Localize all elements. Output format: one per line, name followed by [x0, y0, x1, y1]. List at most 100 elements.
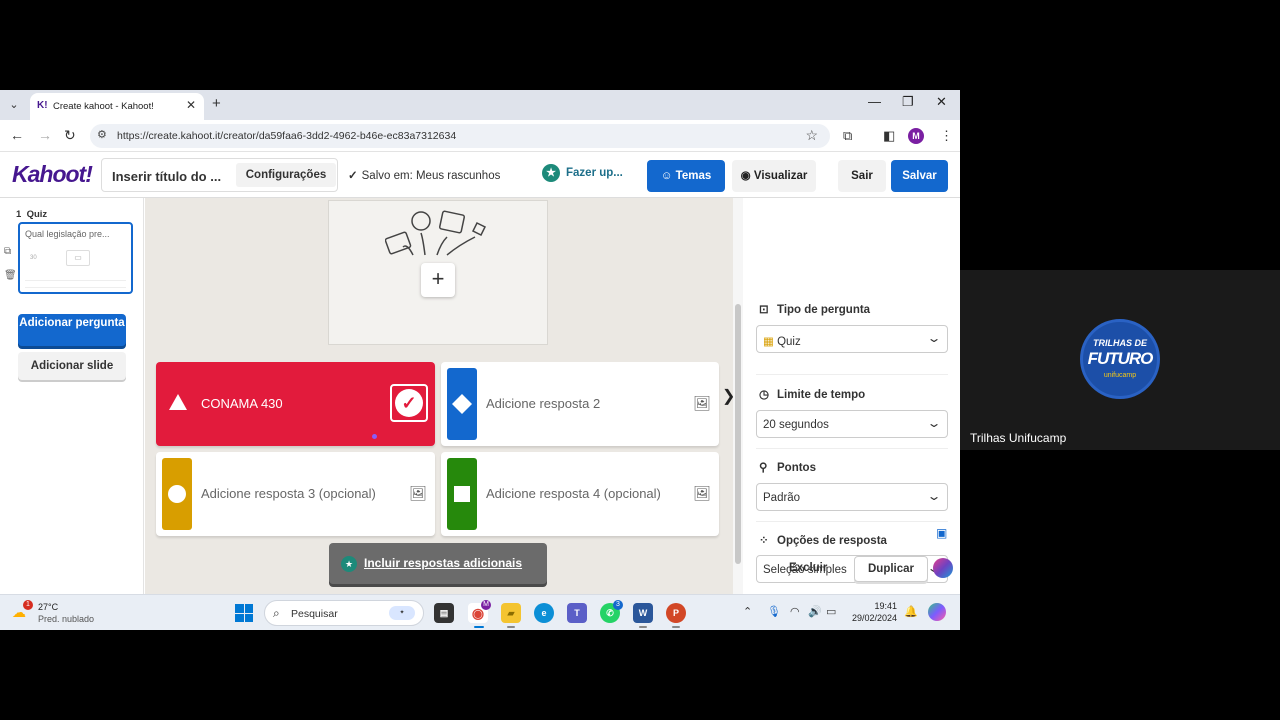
- site-info-icon[interactable]: ⚙: [97, 128, 107, 141]
- add-question-button[interactable]: Adicionar pergunta: [18, 314, 126, 346]
- answer-2-image-icon[interactable]: 🖼: [693, 395, 711, 412]
- restore-icon[interactable]: ❐: [902, 94, 914, 110]
- logo-line-2: FUTURO: [1087, 349, 1154, 368]
- canvas-scrollbar[interactable]: [733, 198, 743, 594]
- close-window-icon[interactable]: ✕: [936, 94, 947, 110]
- exit-button[interactable]: Sair: [838, 160, 886, 192]
- answer-options-select[interactable]: Seleção simples ⌄: [756, 555, 948, 583]
- answer-2-color-strip: [447, 368, 477, 440]
- answer-4[interactable]: Adicione resposta 4 (opcional) 🖼: [441, 452, 719, 536]
- folder-icon[interactable]: ▰: [501, 603, 521, 623]
- question-type-select[interactable]: ▦ Quiz ⌄: [756, 325, 948, 353]
- answer-3-image-icon[interactable]: 🖼: [409, 485, 427, 502]
- file-explorer-dark-icon[interactable]: ▤: [434, 603, 454, 623]
- back-icon[interactable]: ←: [10, 127, 24, 143]
- bookmark-star-icon[interactable]: ☆: [805, 127, 818, 144]
- minimize-icon[interactable]: —: [868, 94, 881, 109]
- wifi-icon[interactable]: ◠: [790, 605, 800, 618]
- save-button[interactable]: Salvar: [891, 160, 948, 192]
- powerpoint-indicator: [672, 626, 680, 628]
- browser-menu-icon[interactable]: ⋮: [940, 128, 953, 144]
- quiz-icon: ▦: [763, 336, 778, 348]
- time-limit-select[interactable]: 20 segundos ⌄: [756, 410, 948, 438]
- question-type-icon: ⊡: [759, 304, 769, 316]
- word-indicator: [639, 626, 647, 628]
- browser-toolbar: ← → ↻ ⚙ https://create.kahoot.it/creator…: [0, 120, 960, 152]
- notification-bell-icon[interactable]: 🔔: [904, 605, 918, 618]
- preview-button[interactable]: ◉ Visualizar: [732, 160, 816, 192]
- question-canvas: + CONAMA 430 ✓ Adicione resposta 2 🖼 Adi…: [145, 198, 741, 594]
- side-panel-icon[interactable]: ◧: [883, 128, 895, 144]
- tab-title: Create kahoot - Kahoot!: [53, 101, 154, 112]
- answer-1[interactable]: CONAMA 430 ✓: [156, 362, 435, 446]
- clock-date: 29/02/2024: [851, 613, 897, 623]
- word-icon[interactable]: W: [633, 603, 653, 623]
- points-select[interactable]: Padrão ⌄: [756, 483, 948, 511]
- microphone-icon[interactable]: 🎙: [767, 605, 781, 618]
- question-type-value: ▦ Quiz: [763, 334, 801, 348]
- browser-tab-active[interactable]: K! Create kahoot - Kahoot! ✕: [30, 93, 204, 120]
- slide-label: 1 Quiz: [16, 209, 47, 220]
- search-icon: ⌕: [273, 606, 280, 620]
- taskbar-clock[interactable]: 19:41 29/02/2024: [851, 601, 897, 623]
- grid-icon: ⁘: [759, 535, 769, 547]
- profile-avatar[interactable]: M: [908, 128, 924, 144]
- edge-icon[interactable]: e: [534, 603, 554, 623]
- weather-description: Pred. nublado: [38, 614, 95, 624]
- participant-tile[interactable]: TRILHAS DE FUTURO unifucamp Trilhas Unif…: [960, 270, 1280, 450]
- windows-start-icon[interactable]: [235, 604, 253, 622]
- tray-chevron-up-icon[interactable]: ⌃: [743, 605, 752, 618]
- palette-icon: ☺: [660, 170, 676, 182]
- image-placeholder-icon: ▭: [66, 250, 90, 266]
- correct-answer-toggle[interactable]: ✓: [390, 384, 428, 422]
- search-highlight-icon: ✦: [389, 606, 415, 620]
- tab-close-icon[interactable]: ✕: [186, 98, 196, 112]
- scrollbar-thumb[interactable]: [735, 304, 741, 564]
- weather-badge: 1: [23, 600, 33, 610]
- logo-line-1: TRILHAS DE: [1093, 338, 1147, 348]
- upgrade-link[interactable]: ★ Fazer up...: [542, 164, 623, 182]
- new-tab-icon[interactable]: +: [212, 95, 221, 112]
- address-bar[interactable]: ⚙ https://create.kahoot.it/creator/da59f…: [90, 124, 830, 148]
- time-limit-title: ◷ Limite de tempo: [759, 387, 865, 401]
- participant-name: Trilhas Unifucamp: [970, 431, 1067, 445]
- copilot-icon[interactable]: [928, 603, 946, 621]
- extensions-icon[interactable]: ⧉: [843, 128, 852, 144]
- forward-icon[interactable]: →: [38, 127, 52, 143]
- taskbar-search[interactable]: ⌕ Pesquisar ✦: [264, 600, 424, 626]
- slides-sidebar: 1 Quiz Qual legislação pre... 30 ▭ ⧉ 🗑 A…: [0, 198, 144, 594]
- delete-slide-icon[interactable]: 🗑: [4, 270, 17, 281]
- reload-icon[interactable]: ↻: [64, 127, 76, 144]
- slide-type: Quiz: [26, 209, 48, 220]
- answer-options-title-text: Opções de resposta: [777, 535, 887, 547]
- question-type-title: ⊡ Tipo de pergunta: [759, 302, 870, 316]
- settings-panel: ⊡ Tipo de pergunta ▦ Quiz ⌄ ◷ Limite de te…: [743, 198, 960, 594]
- add-more-answers-label: Incluir respostas adicionais: [364, 556, 523, 570]
- media-upload-area[interactable]: +: [328, 200, 548, 345]
- divider: [756, 521, 948, 522]
- powerpoint-icon[interactable]: P: [666, 603, 686, 623]
- kahoot-title-field[interactable]: Inserir título do ... Configurações: [101, 158, 338, 192]
- battery-icon[interactable]: ▭: [826, 605, 836, 618]
- add-more-answers-button[interactable]: ★ Incluir respostas adicionais: [329, 543, 547, 584]
- answer-2[interactable]: Adicione resposta 2 🖼: [441, 362, 719, 446]
- add-slide-button[interactable]: Adicionar slide: [18, 352, 126, 380]
- teams-icon[interactable]: T: [567, 603, 587, 623]
- answer-3[interactable]: Adicione resposta 3 (opcional) 🖼: [156, 452, 435, 536]
- themes-button[interactable]: ☺ Temas: [647, 160, 725, 192]
- chevron-down-icon: ⌄: [926, 561, 942, 575]
- slide-thumbnail[interactable]: Qual legislação pre... 30 ▭: [18, 222, 133, 294]
- duplicate-slide-icon[interactable]: ⧉: [4, 246, 11, 257]
- answer-4-color-strip: [447, 458, 477, 530]
- kahoot-favicon-icon: K!: [37, 100, 48, 111]
- slide-number: 1: [16, 209, 22, 220]
- kahoot-logo[interactable]: Kahoot!: [12, 161, 93, 188]
- settings-button[interactable]: Configurações: [236, 163, 336, 187]
- tab-search-chevron-icon[interactable]: ⌄: [6, 97, 22, 113]
- volume-icon[interactable]: 🔊: [808, 605, 822, 618]
- add-media-button[interactable]: +: [421, 263, 455, 297]
- answer-4-image-icon[interactable]: 🖼: [693, 485, 711, 502]
- chrome-profile-badge: M: [481, 600, 491, 610]
- time-limit-title-text: Limite de tempo: [777, 389, 866, 401]
- check-icon: ✓: [348, 170, 358, 182]
